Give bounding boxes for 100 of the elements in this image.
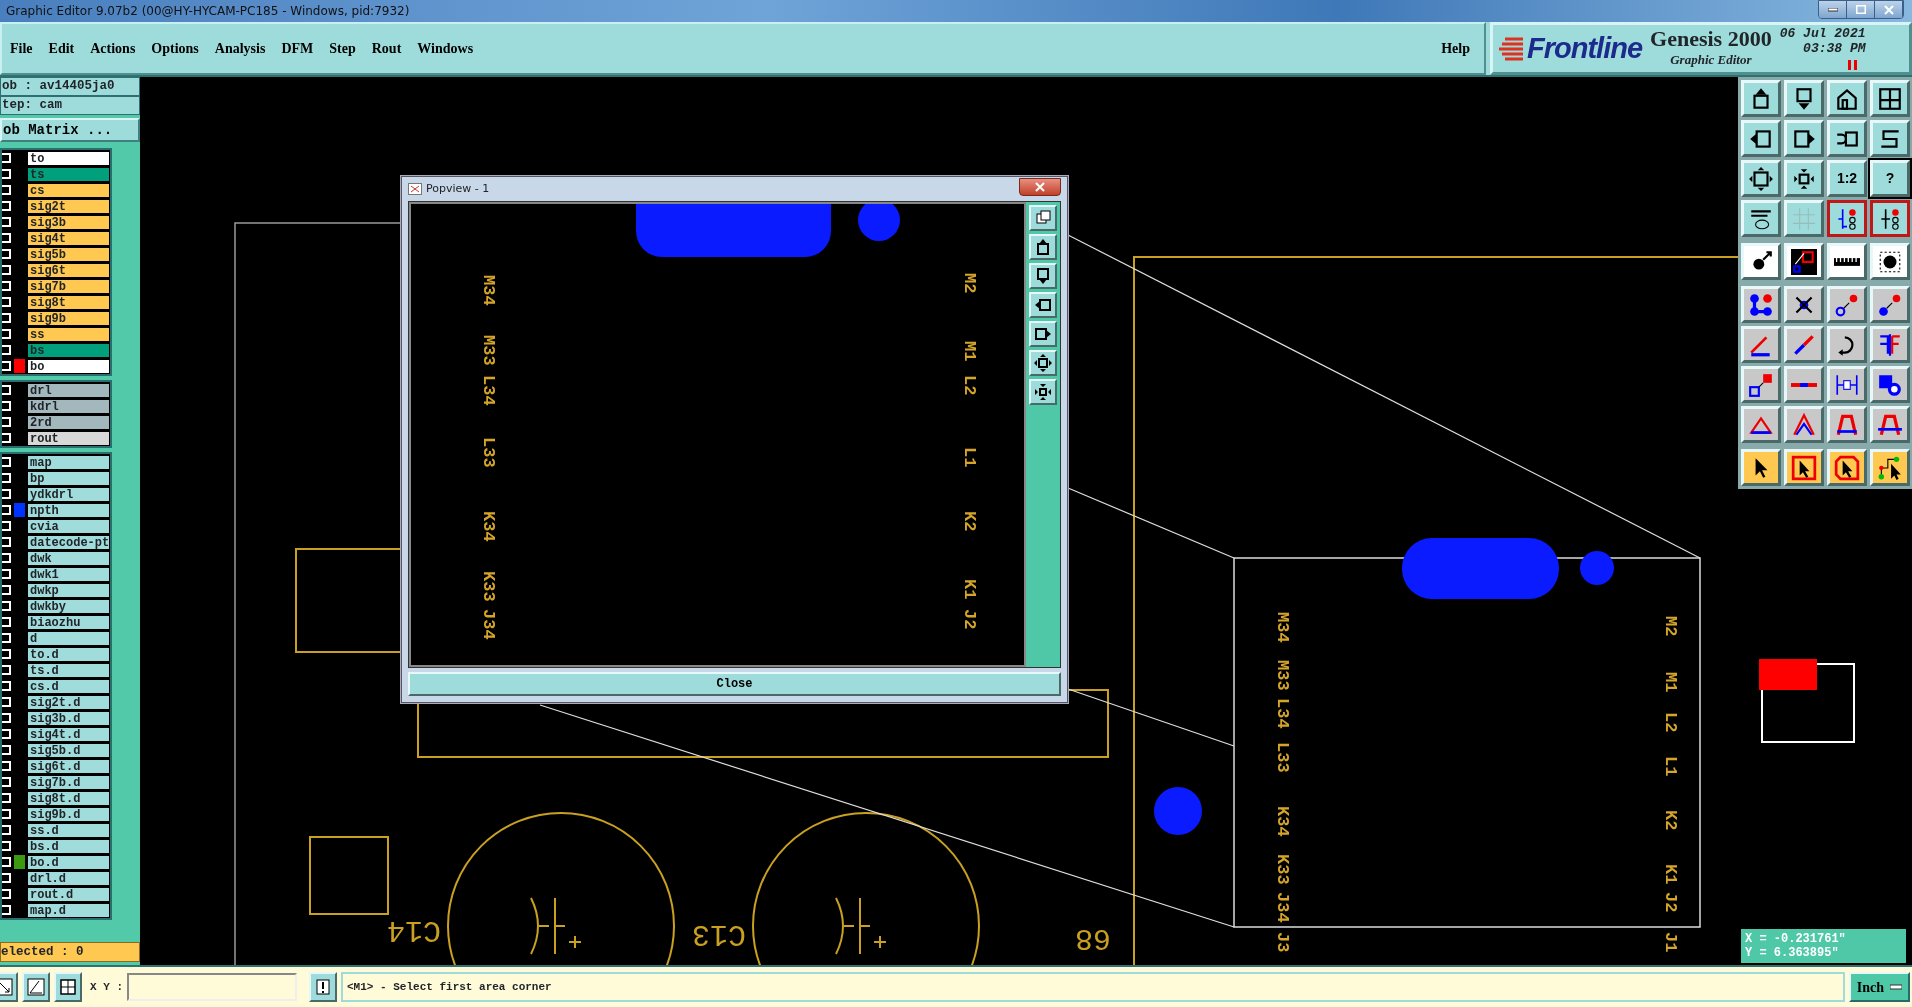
layer-checkbox[interactable] <box>2 385 11 395</box>
layer-name[interactable]: bo.d <box>27 854 110 870</box>
layer-name[interactable]: sig6t <box>27 262 110 278</box>
menu-item[interactable]: Actions <box>82 38 144 59</box>
layer-checkbox[interactable] <box>2 401 11 411</box>
layer-name[interactable]: dwk1 <box>27 566 110 582</box>
menu-item[interactable]: Edit <box>40 38 83 59</box>
layer-name[interactable]: ts <box>27 166 110 182</box>
layer-checkbox[interactable] <box>2 329 11 339</box>
layer-checkbox[interactable] <box>2 297 11 307</box>
popup-tool-button[interactable] <box>1029 350 1057 376</box>
layer-checkbox[interactable] <box>2 617 11 627</box>
layer-checkbox[interactable] <box>2 265 11 275</box>
layer-checkbox[interactable] <box>2 761 11 771</box>
layer-checkbox[interactable] <box>2 569 11 579</box>
tool-button[interactable] <box>1870 200 1910 237</box>
xy-input-field[interactable] <box>127 973 297 1001</box>
layer-checkbox[interactable] <box>2 649 11 659</box>
popup-tool-button[interactable] <box>1029 379 1057 405</box>
layer-name[interactable]: sig7b <box>27 278 110 294</box>
layer-name[interactable]: sig9b.d <box>27 806 110 822</box>
layer-checkbox[interactable] <box>2 841 11 851</box>
menu-item[interactable]: DFM <box>273 38 322 59</box>
layer-name[interactable]: sig5b <box>27 246 110 262</box>
layer-checkbox[interactable] <box>2 729 11 739</box>
layer-name[interactable]: sig2t.d <box>27 694 110 710</box>
layer-checkbox[interactable] <box>2 633 11 643</box>
layer-name[interactable]: map.d <box>27 902 110 918</box>
layer-name[interactable]: rout <box>27 430 110 446</box>
layer-name[interactable]: sig3b <box>27 214 110 230</box>
job-matrix-button[interactable]: ob Matrix ... <box>0 118 140 142</box>
layer-checkbox[interactable] <box>2 489 11 499</box>
menu-item[interactable]: File <box>2 38 41 59</box>
layer-checkbox[interactable] <box>2 537 11 547</box>
layer-checkbox[interactable] <box>2 665 11 675</box>
layer-name[interactable]: bs.d <box>27 838 110 854</box>
layer-checkbox[interactable] <box>2 281 11 291</box>
layer-name[interactable]: dwk <box>27 550 110 566</box>
layer-checkbox[interactable] <box>2 745 11 755</box>
menu-item[interactable]: Analysis <box>206 38 274 59</box>
close-button[interactable]: Close <box>408 672 1061 696</box>
layer-name[interactable]: ydkdrl <box>27 486 110 502</box>
layer-name[interactable]: to.d <box>27 646 110 662</box>
layer-checkbox[interactable] <box>2 809 11 819</box>
layer-checkbox[interactable] <box>2 905 11 915</box>
layer-name[interactable]: bp <box>27 470 110 486</box>
layer-checkbox[interactable] <box>2 777 11 787</box>
layer-checkbox[interactable] <box>2 361 11 371</box>
alert-button[interactable] <box>309 972 337 1002</box>
menu-item[interactable]: Windows <box>409 38 482 59</box>
layer-name[interactable]: drl.d <box>27 870 110 886</box>
popup-tool-button[interactable] <box>1029 292 1057 318</box>
layer-checkbox[interactable] <box>2 457 11 467</box>
menu-item[interactable]: Step <box>321 38 364 59</box>
layer-name[interactable]: bs <box>27 342 110 358</box>
layer-name[interactable]: sig2t <box>27 198 110 214</box>
layer-name[interactable]: dwkp <box>27 582 110 598</box>
layer-checkbox[interactable] <box>2 889 11 899</box>
layer-name[interactable]: to <box>27 150 110 166</box>
layer-checkbox[interactable] <box>2 313 11 323</box>
layer-name[interactable]: sig4t <box>27 230 110 246</box>
layer-name[interactable]: cs <box>27 182 110 198</box>
close-button[interactable] <box>1875 1 1903 18</box>
layer-checkbox[interactable] <box>2 601 11 611</box>
layer-checkbox[interactable] <box>2 505 11 515</box>
layer-name[interactable]: sig6t.d <box>27 758 110 774</box>
layer-name[interactable]: drl <box>27 382 110 398</box>
layer-name[interactable]: datecode-pt <box>27 534 110 550</box>
layer-name[interactable]: cs.d <box>27 678 110 694</box>
layer-checkbox[interactable] <box>2 473 11 483</box>
status-tool-button[interactable] <box>22 972 50 1002</box>
layer-checkbox[interactable] <box>2 345 11 355</box>
popup-tool-button[interactable] <box>1029 321 1057 347</box>
tool-button[interactable]: 1:2 <box>1827 160 1867 197</box>
layer-checkbox[interactable] <box>2 857 11 867</box>
layer-checkbox[interactable] <box>2 217 11 227</box>
layer-name[interactable]: sig8t <box>27 294 110 310</box>
maximize-button[interactable] <box>1847 1 1875 18</box>
layer-checkbox[interactable] <box>2 793 11 803</box>
layer-name[interactable]: sig7b.d <box>27 774 110 790</box>
layer-name[interactable]: sig8t.d <box>27 790 110 806</box>
layer-checkbox[interactable] <box>2 153 11 163</box>
layer-checkbox[interactable] <box>2 681 11 691</box>
layer-name[interactable]: sig4t.d <box>27 726 110 742</box>
close-button[interactable] <box>1019 178 1061 196</box>
layer-checkbox[interactable] <box>2 825 11 835</box>
layer-name[interactable]: d <box>27 630 110 646</box>
layer-name[interactable]: sig3b.d <box>27 710 110 726</box>
units-dropdown[interactable]: Inch <box>1848 972 1910 1002</box>
layer-name[interactable]: npth <box>27 502 110 518</box>
layer-checkbox[interactable] <box>2 697 11 707</box>
layer-name[interactable]: dwkby <box>27 598 110 614</box>
layer-name[interactable]: 2rd <box>27 414 110 430</box>
help-menu[interactable]: Help <box>1433 38 1484 59</box>
layer-checkbox[interactable] <box>2 873 11 883</box>
layer-checkbox[interactable] <box>2 417 11 427</box>
layer-checkbox[interactable] <box>2 433 11 443</box>
layer-checkbox[interactable] <box>2 249 11 259</box>
menu-item[interactable]: Rout <box>363 38 410 59</box>
layer-checkbox[interactable] <box>2 585 11 595</box>
